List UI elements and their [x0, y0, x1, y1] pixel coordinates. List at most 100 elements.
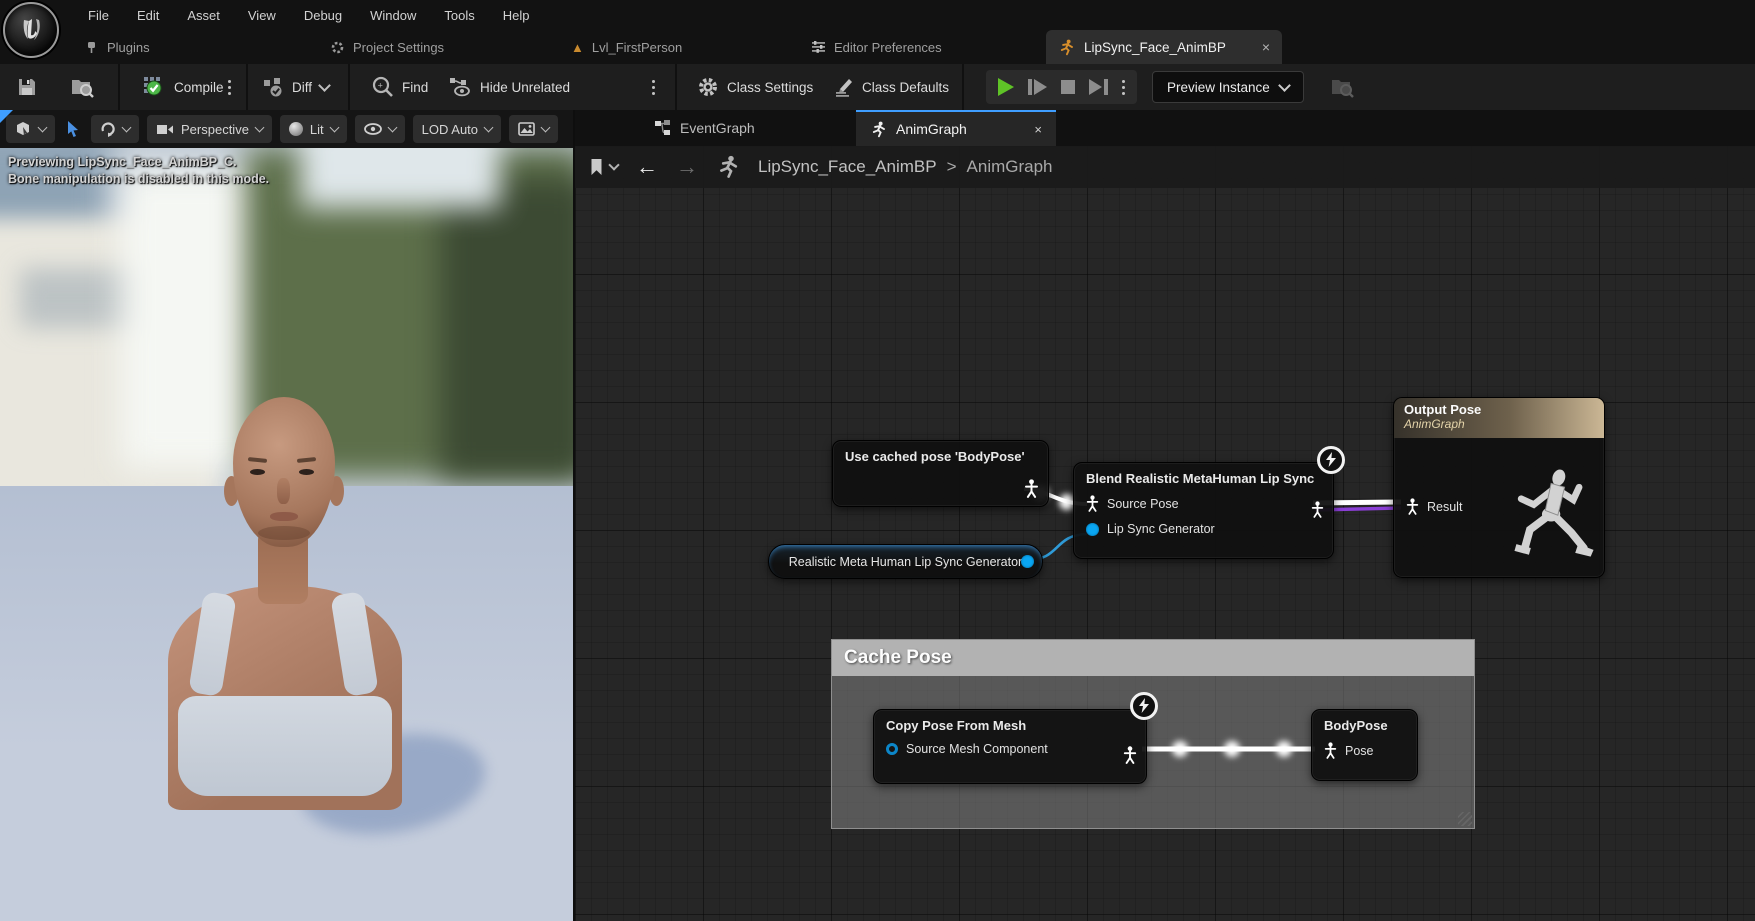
tab-animgraph[interactable]: AnimGraph ×: [856, 110, 1056, 146]
compile-options-button[interactable]: [228, 64, 231, 110]
node-copy-pose-from-mesh[interactable]: Copy Pose From Mesh Source Mesh Componen…: [873, 709, 1147, 784]
snap-rotate-button[interactable]: [91, 115, 139, 143]
source-mesh-component-input-pin[interactable]: Source Mesh Component: [874, 737, 1146, 761]
svg-text:+: +: [378, 81, 383, 91]
tab-close-icon[interactable]: ×: [1034, 122, 1042, 137]
breadcrumb-root[interactable]: LipSync_Face_AnimBP: [758, 157, 937, 177]
panel-splitter[interactable]: [573, 110, 575, 921]
preview-instance-dropdown[interactable]: Preview Instance: [1152, 71, 1304, 103]
compile-button[interactable]: Compile: [142, 64, 224, 110]
tab-plugins[interactable]: Plugins: [84, 30, 150, 64]
save-button[interactable]: [16, 64, 38, 110]
find-button[interactable]: + Find: [372, 64, 428, 110]
pin-label: Source Mesh Component: [906, 742, 1048, 756]
character-chin-shadow: [258, 526, 310, 540]
animgraph-runner-icon: [870, 121, 887, 138]
tab-eventgraph[interactable]: EventGraph: [640, 110, 769, 146]
browse-button[interactable]: [70, 64, 94, 110]
scene-dark-tree-blob: [440, 178, 575, 478]
compile-icon: [142, 75, 166, 99]
blue-output-pin-icon[interactable]: [1021, 555, 1034, 568]
viewport-scene[interactable]: Previewing LipSync_Face_AnimBP_C. Bone m…: [0, 148, 575, 921]
hide-unrelated-options-button[interactable]: [652, 64, 655, 110]
person-pin-icon: [1324, 742, 1337, 759]
menu-window[interactable]: Window: [370, 8, 416, 23]
tab-animgraph-label: AnimGraph: [896, 121, 967, 137]
class-defaults-label: Class Defaults: [862, 80, 949, 95]
menu-asset[interactable]: Asset: [187, 8, 220, 23]
node-lipsync-generator-variable[interactable]: Realistic Meta Human Lip Sync Generator: [768, 544, 1043, 579]
tab-project-settings[interactable]: Project Settings: [330, 30, 444, 64]
compile-label: Compile: [174, 80, 224, 95]
sliders-icon: [811, 40, 826, 54]
back-arrow-icon[interactable]: ←: [636, 156, 658, 178]
pose-input-pin[interactable]: Pose: [1312, 737, 1417, 764]
pencil-icon: [832, 76, 854, 98]
class-defaults-button[interactable]: Class Defaults: [832, 64, 949, 110]
pin-label: Pose: [1345, 744, 1374, 758]
skip-to-end-button[interactable]: [1089, 79, 1108, 95]
tab-editor-preferences[interactable]: Editor Preferences: [811, 30, 942, 64]
character-nose: [277, 478, 290, 504]
menu-help[interactable]: Help: [503, 8, 530, 23]
forward-arrow-icon[interactable]: →: [676, 156, 698, 178]
tab-lvl-firstperson-label: Lvl_FirstPerson: [592, 40, 682, 55]
menu-file[interactable]: File: [88, 8, 109, 23]
blueprint-toolbar: Compile Diff + Find: [0, 64, 1755, 110]
menu-edit[interactable]: Edit: [137, 8, 159, 23]
tanktop-band: [178, 696, 392, 796]
menu-debug[interactable]: Debug: [304, 8, 342, 23]
chevron-down-icon: [122, 122, 132, 132]
preview-viewport[interactable]: Perspective Lit LOD Auto: [0, 110, 575, 921]
show-flags-dropdown[interactable]: [355, 115, 405, 143]
play-options-kebab-icon[interactable]: [1122, 80, 1125, 95]
chevron-down-icon: [38, 122, 48, 132]
unreal-logo-icon[interactable]: [3, 2, 59, 58]
tab-lipsync-face-animbp[interactable]: LipSync_Face_AnimBP ×: [1046, 30, 1282, 64]
pose-output-pin[interactable]: [1311, 501, 1324, 518]
comment-resize-handle[interactable]: [1458, 812, 1472, 826]
lip-sync-generator-input-pin[interactable]: Lip Sync Generator: [1074, 517, 1333, 541]
fast-path-lightning-badge: [1130, 692, 1158, 720]
transform-mode-button[interactable]: [6, 115, 55, 143]
select-tool-button[interactable]: [63, 120, 83, 138]
animbp-runner-icon: [1058, 39, 1075, 56]
menu-view[interactable]: View: [248, 8, 276, 23]
screenshot-dropdown[interactable]: [509, 115, 558, 143]
node-output-pose[interactable]: Output Pose AnimGraph Result: [1393, 397, 1605, 578]
node-use-cached-pose[interactable]: Use cached pose 'BodyPose': [832, 440, 1049, 507]
image-icon: [518, 122, 535, 136]
source-pose-input-pin[interactable]: Source Pose: [1074, 490, 1333, 517]
class-settings-button[interactable]: Class Settings: [697, 64, 813, 110]
browse-preview-button[interactable]: [1330, 64, 1354, 110]
lit-mode-dropdown[interactable]: Lit: [280, 115, 347, 143]
lod-dropdown[interactable]: LOD Auto: [413, 115, 501, 143]
step-forward-button[interactable]: [1028, 79, 1047, 95]
node-blend-metahuman-lipsync[interactable]: Blend Realistic MetaHuman Lip Sync Sourc…: [1073, 462, 1334, 559]
overlay-line1: Previewing LipSync_Face_AnimBP_C.: [8, 154, 269, 171]
stop-button[interactable]: [1061, 80, 1075, 94]
tab-close-icon[interactable]: ×: [1262, 39, 1270, 55]
tab-lvl-firstperson[interactable]: ▲ Lvl_FirstPerson: [571, 30, 682, 64]
overlay-line2: Bone manipulation is disabled in this mo…: [8, 171, 269, 188]
node-title: Blend Realistic MetaHuman Lip Sync: [1074, 463, 1333, 490]
pose-output-pin[interactable]: [1123, 746, 1137, 764]
asset-tab-bar: Plugins Project Settings ▲ Lvl_FirstPers…: [0, 30, 1755, 64]
perspective-dropdown[interactable]: Perspective: [147, 115, 272, 143]
comment-title: Cache Pose: [844, 647, 952, 669]
hide-unrelated-button[interactable]: Hide Unrelated: [448, 64, 570, 110]
chevron-down-icon: [254, 122, 264, 132]
bookmarks-dropdown[interactable]: [589, 158, 618, 176]
play-button[interactable]: [998, 78, 1014, 96]
comment-header[interactable]: Cache Pose: [832, 640, 1474, 676]
bookmark-icon: [589, 158, 604, 176]
node-body-pose[interactable]: BodyPose Pose: [1311, 709, 1418, 781]
level-triangle-icon: ▲: [571, 40, 584, 55]
chevron-down-icon: [484, 122, 494, 132]
chevron-down-icon: [541, 122, 551, 132]
lit-label: Lit: [310, 122, 324, 137]
menu-items: File Edit Asset View Debug Window Tools …: [88, 0, 530, 30]
menu-tools[interactable]: Tools: [444, 8, 474, 23]
diff-button[interactable]: Diff: [262, 64, 329, 110]
pose-output-pin[interactable]: [1024, 479, 1039, 498]
